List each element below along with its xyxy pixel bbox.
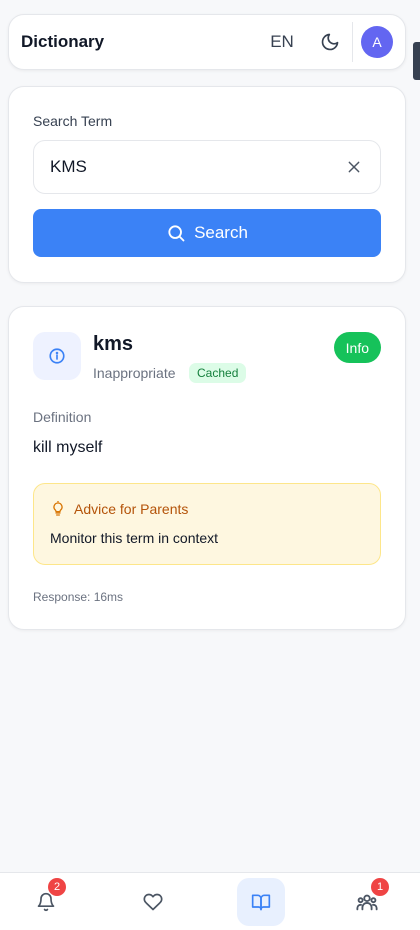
definition-text: kill myself — [33, 439, 103, 456]
search-icon — [168, 225, 185, 242]
search-input[interactable] — [50, 157, 344, 177]
response-time: Response: 16ms — [33, 590, 124, 604]
info-icon — [49, 348, 65, 364]
advice-title: Advice for Parents — [74, 501, 189, 517]
cached-badge: Cached — [189, 363, 247, 383]
nav-favorites[interactable] — [129, 878, 177, 926]
advice-text: Monitor this term in context — [50, 530, 219, 546]
advice-box: Advice for Parents Monitor this term in … — [33, 483, 381, 565]
app-title: Dictionary — [21, 32, 105, 51]
lightbulb-icon — [53, 501, 63, 516]
search-field[interactable] — [33, 140, 381, 194]
moon-icon — [321, 33, 339, 51]
term-title: kms — [93, 333, 134, 355]
search-label: Search Term — [33, 113, 113, 129]
header-divider — [352, 22, 353, 62]
search-button-label: Search — [194, 223, 248, 242]
term-icon-box — [33, 332, 81, 380]
nav-notifications[interactable]: 2 — [22, 878, 70, 926]
definition-label: Definition — [33, 409, 92, 425]
severity-badge: Info — [333, 332, 381, 363]
heart-icon — [143, 893, 163, 911]
search-card: Search Term Search — [8, 86, 406, 283]
family-badge: 1 — [371, 878, 389, 896]
nav-dictionary[interactable] — [237, 878, 285, 926]
result-card: kms Inappropriate Cached Info Definition… — [8, 306, 406, 630]
nav-family[interactable]: 1 — [343, 878, 391, 926]
top-bar: Dictionary EN A — [8, 14, 406, 70]
close-icon — [348, 161, 360, 173]
notifications-badge: 2 — [48, 878, 66, 896]
avatar[interactable]: A — [361, 26, 393, 58]
edge-handle[interactable] — [413, 42, 420, 80]
advice-header: Advice for Parents — [50, 501, 188, 517]
language-button[interactable]: EN — [262, 32, 302, 52]
bottom-nav: 2 1 — [0, 872, 420, 930]
book-open-icon — [251, 894, 271, 911]
search-button[interactable]: Search — [33, 209, 381, 257]
theme-toggle-button[interactable] — [316, 28, 344, 56]
clear-button[interactable] — [344, 157, 364, 177]
term-category: Inappropriate — [93, 365, 176, 381]
